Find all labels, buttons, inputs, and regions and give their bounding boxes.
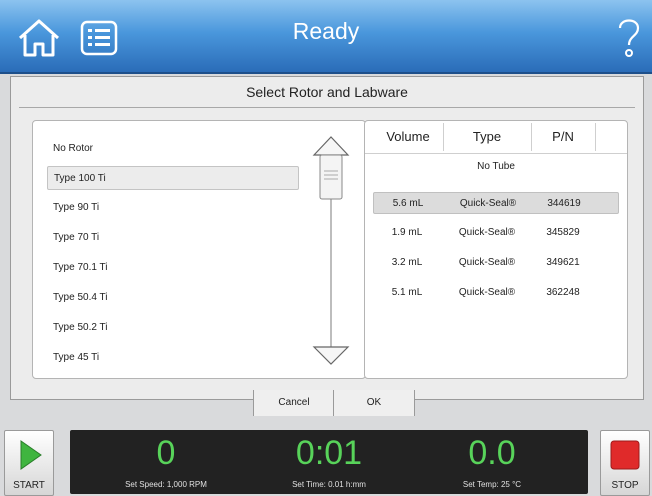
play-icon bbox=[20, 440, 42, 470]
tube-table-header: Volume Type P/N bbox=[365, 121, 627, 154]
rotor-item[interactable]: Type 50.2 Ti bbox=[47, 316, 299, 340]
no-tube-option[interactable]: No Tube bbox=[365, 161, 627, 172]
run-readout: 0 Set Speed: 1,000 RPM 0:01 Set Time: 0.… bbox=[70, 430, 588, 494]
help-icon bbox=[618, 19, 640, 57]
rotor-labware-dialog: Select Rotor and Labware No Rotor Type 1… bbox=[10, 76, 644, 400]
column-pn: P/N bbox=[552, 129, 574, 144]
speed-setting[interactable]: Set Speed: 1,000 RPM bbox=[80, 480, 252, 489]
tube-pn: 349621 bbox=[546, 257, 580, 268]
speed-value: 0 bbox=[156, 434, 176, 472]
scrollbar[interactable] bbox=[310, 133, 352, 368]
rotor-item-selected[interactable]: Type 100 Ti bbox=[47, 166, 299, 190]
start-label: START bbox=[13, 480, 45, 491]
tube-row-selected[interactable]: 5.6 mL Quick-Seal® 344619 bbox=[373, 192, 619, 214]
rotor-item[interactable]: Type 50.4 Ti bbox=[47, 286, 299, 310]
cancel-button[interactable]: Cancel bbox=[253, 390, 335, 417]
tube-volume: 5.6 mL bbox=[392, 198, 424, 209]
rotor-item[interactable]: Type 90 Ti bbox=[47, 196, 299, 220]
tube-pn: 344619 bbox=[547, 198, 581, 209]
tube-table-panel: Volume Type P/N No Tube 5.6 mL Quick-Sea… bbox=[364, 120, 628, 379]
tube-volume: 1.9 mL bbox=[391, 227, 423, 238]
rotor-list-panel: No Rotor Type 100 Ti Type 90 Ti Type 70 … bbox=[32, 120, 366, 379]
status-header: Ready bbox=[0, 0, 652, 74]
tube-type: Quick-Seal® bbox=[458, 257, 516, 268]
dialog-title: Select Rotor and Labware bbox=[246, 84, 408, 100]
stop-label: STOP bbox=[611, 480, 639, 491]
column-type: Type bbox=[472, 129, 502, 144]
status-title: Ready bbox=[292, 18, 360, 44]
tube-volume: 3.2 mL bbox=[391, 257, 423, 268]
divider bbox=[19, 107, 635, 108]
stop-button[interactable]: STOP bbox=[600, 430, 650, 496]
help-button[interactable] bbox=[614, 14, 644, 60]
tube-pn: 362248 bbox=[546, 287, 580, 298]
tube-row[interactable]: 1.9 mL Quick-Seal® 345829 bbox=[373, 222, 619, 244]
tube-pn: 345829 bbox=[546, 227, 580, 238]
divider bbox=[443, 123, 444, 151]
rotor-item[interactable]: No Rotor bbox=[47, 137, 299, 161]
column-volume: Volume bbox=[386, 129, 430, 144]
divider bbox=[595, 123, 596, 151]
stop-icon bbox=[610, 440, 640, 470]
time-setting[interactable]: Set Time: 0.01 h:mm bbox=[243, 480, 415, 489]
tube-type: Quick-Seal® bbox=[459, 198, 517, 209]
rotor-item[interactable]: Type 70 Ti bbox=[47, 226, 299, 250]
tube-type: Quick-Seal® bbox=[458, 227, 516, 238]
tube-row[interactable]: 5.1 mL Quick-Seal® 362248 bbox=[373, 282, 619, 304]
ok-button[interactable]: OK bbox=[333, 390, 415, 417]
time-value: 0:01 bbox=[295, 434, 363, 472]
run-control-bar: START 0 Set Speed: 1,000 RPM 0:01 Set Ti… bbox=[0, 416, 652, 496]
tube-row[interactable]: 3.2 mL Quick-Seal® 349621 bbox=[373, 252, 619, 274]
scroll-thumb[interactable] bbox=[319, 154, 343, 200]
temp-value: 0.0 bbox=[468, 434, 516, 472]
divider bbox=[531, 123, 532, 151]
rotor-item[interactable]: Type 45 Ti bbox=[47, 346, 299, 370]
scroll-down-icon[interactable] bbox=[312, 346, 350, 365]
scroll-up-icon[interactable] bbox=[312, 136, 350, 156]
temp-setting[interactable]: Set Temp: 25 °C bbox=[406, 480, 578, 489]
rotor-item[interactable]: Type 70.1 Ti bbox=[47, 256, 299, 280]
start-button[interactable]: START bbox=[4, 430, 54, 496]
tube-type: Quick-Seal® bbox=[458, 287, 516, 298]
tube-volume: 5.1 mL bbox=[391, 287, 423, 298]
